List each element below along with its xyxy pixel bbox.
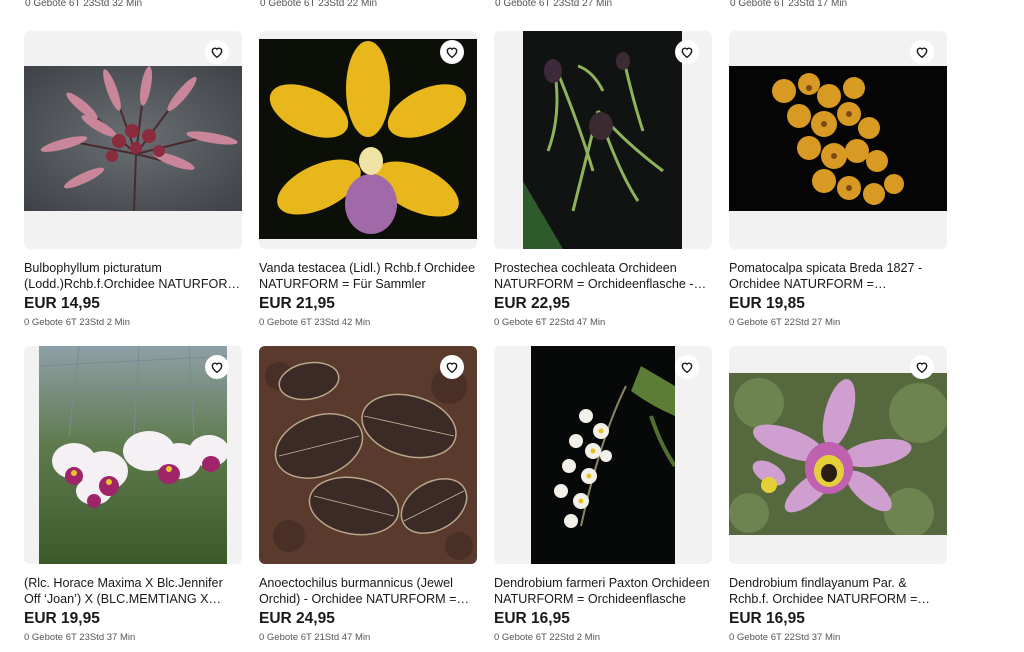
pomatocalpa-photo [729, 66, 947, 211]
listing-meta: 0 Gebote 6T 23Std 2 Min [24, 317, 130, 328]
listing-price: EUR 24,95 [259, 610, 335, 627]
listing-price: EUR 22,95 [494, 295, 570, 312]
heart-icon [211, 362, 223, 374]
vanda-photo [259, 39, 477, 239]
listing-price: EUR 19,85 [729, 295, 805, 312]
listing-card[interactable]: Dendrobium farmeri Paxton Orchideen NATU… [494, 346, 712, 643]
listing-meta: 0 Gebote 6T 23Std 22 Min [260, 0, 378, 9]
listing-meta: 0 Gebote 6T 22Std 37 Min [729, 632, 841, 643]
listing-title[interactable]: (Rlc. Horace Maxima X Blc.Jennifer Off ‘… [24, 575, 242, 607]
watch-button[interactable] [910, 40, 934, 64]
listing-title[interactable]: Dendrobium farmeri Paxton Orchideen NATU… [494, 575, 712, 607]
listing-title[interactable]: Prostechea cochleata Orchideen NATURFORM… [494, 260, 712, 292]
listing-meta: 0 Gebote 6T 22Std 47 Min [494, 317, 606, 328]
heart-icon [916, 362, 928, 374]
previous-row-meta-strip: 0 Gebote 6T 23Std 32 Min 0 Gebote 6T 23S… [0, 0, 1024, 12]
dendrobium-farmeri-photo [531, 346, 675, 564]
listing-price: EUR 16,95 [729, 610, 805, 627]
listing-card[interactable]: (Rlc. Horace Maxima X Blc.Jennifer Off ‘… [24, 346, 242, 643]
listing-meta: 0 Gebote 6T 21Std 47 Min [259, 632, 371, 643]
listing-title[interactable]: Vanda testacea (Lidl.) Rchb.f Orchidee N… [259, 260, 477, 292]
watch-button[interactable] [440, 40, 464, 64]
listing-image[interactable] [729, 31, 947, 249]
watch-button[interactable] [675, 40, 699, 64]
listing-card[interactable]: Anoectochilus burmannicus (Jewel Orchid)… [259, 346, 477, 643]
watch-button[interactable] [205, 355, 229, 379]
listing-image[interactable] [729, 346, 947, 564]
listing-title[interactable]: Dendrobium findlayanum Par. & Rchb.f. Or… [729, 575, 947, 607]
watch-button[interactable] [910, 355, 934, 379]
listing-title[interactable]: Pomatocalpa spicata Breda 1827 - Orchide… [729, 260, 947, 292]
watch-button[interactable] [675, 355, 699, 379]
listing-title[interactable]: Anoectochilus burmannicus (Jewel Orchid)… [259, 575, 477, 607]
prosthechea-photo [523, 31, 682, 249]
bulbophyllum-photo [24, 66, 242, 211]
listing-card[interactable]: Dendrobium findlayanum Par. & Rchb.f. Or… [729, 346, 947, 643]
listing-image[interactable] [24, 31, 242, 249]
heart-icon [446, 362, 458, 374]
listing-image[interactable] [494, 346, 712, 564]
anoectochilus-photo [259, 346, 477, 564]
listing-price: EUR 14,95 [24, 295, 100, 312]
heart-icon [446, 47, 458, 59]
listing-image[interactable] [494, 31, 712, 249]
listing-meta: 0 Gebote 6T 22Std 27 Min [729, 317, 841, 328]
listing-card[interactable]: Prostechea cochleata Orchideen NATURFORM… [494, 31, 712, 328]
listing-title[interactable]: Bulbophyllum picturatum (Lodd.)Rchb.f.Or… [24, 260, 242, 292]
watch-button[interactable] [205, 40, 229, 64]
heart-icon [681, 47, 693, 59]
dendrobium-findlayanum-photo [729, 373, 947, 535]
cattleya-photo [39, 346, 227, 564]
listing-price: EUR 21,95 [259, 295, 335, 312]
listing-card[interactable]: Pomatocalpa spicata Breda 1827 - Orchide… [729, 31, 947, 328]
listing-meta: 0 Gebote 6T 23Std 27 Min [495, 0, 613, 9]
heart-icon [681, 362, 693, 374]
listing-image[interactable] [24, 346, 242, 564]
listing-image[interactable] [259, 346, 477, 564]
listing-meta: 0 Gebote 6T 22Std 2 Min [494, 632, 600, 643]
listing-price: EUR 19,95 [24, 610, 100, 627]
heart-icon [916, 47, 928, 59]
listing-card[interactable]: Vanda testacea (Lidl.) Rchb.f Orchidee N… [259, 31, 477, 328]
heart-icon [211, 47, 223, 59]
listing-meta: 0 Gebote 6T 23Std 37 Min [24, 632, 136, 643]
watch-button[interactable] [440, 355, 464, 379]
listing-price: EUR 16,95 [494, 610, 570, 627]
listing-image[interactable] [259, 31, 477, 249]
listing-card[interactable]: Bulbophyllum picturatum (Lodd.)Rchb.f.Or… [24, 31, 242, 328]
listing-meta: 0 Gebote 6T 23Std 32 Min [25, 0, 143, 9]
listing-meta: 0 Gebote 6T 23Std 17 Min [730, 0, 848, 9]
listing-meta: 0 Gebote 6T 23Std 42 Min [259, 317, 371, 328]
